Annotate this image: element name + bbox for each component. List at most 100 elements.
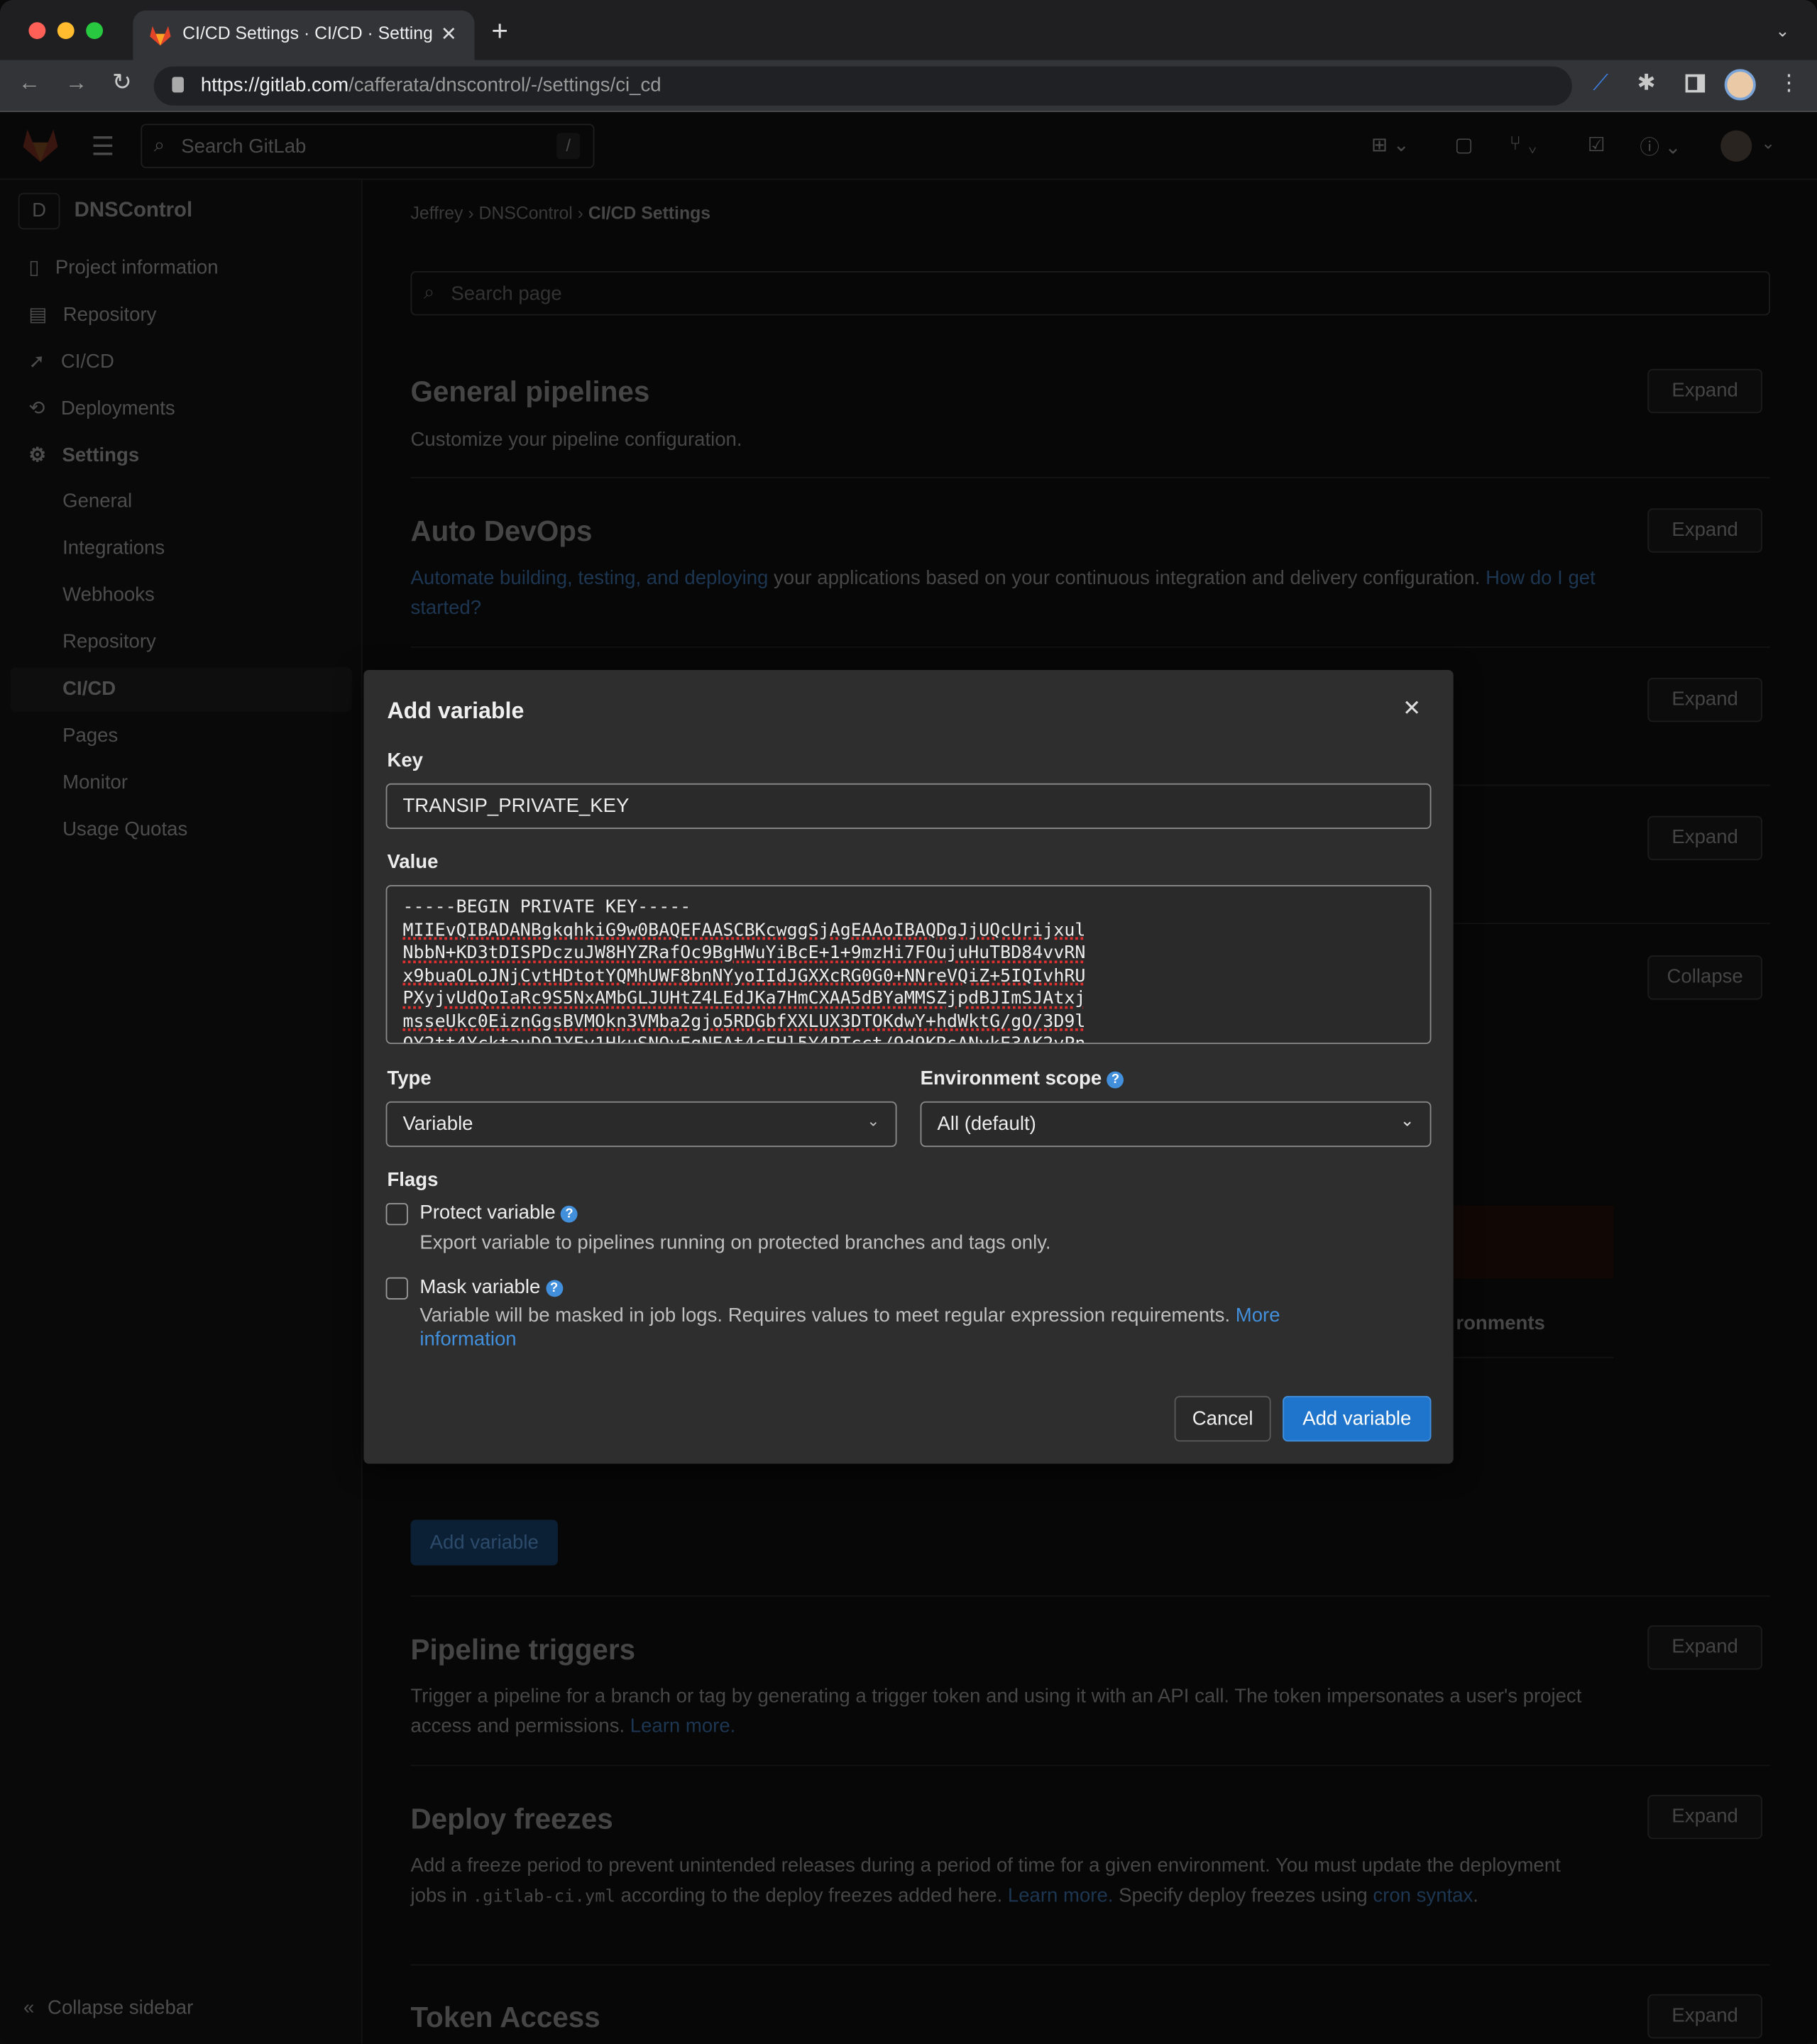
create-new-icon[interactable]: ⊞ ⌄: [1371, 133, 1410, 156]
gitlab-header: ☰ ⌕ Search GitLab / ⊞ ⌄ ▢ ⑂ ⌄ ☑ ⓘ ⌄ ⌄: [0, 111, 1817, 180]
collapse-sidebar-button[interactable]: « Collapse sidebar: [23, 1997, 193, 2019]
divider: [410, 477, 1770, 478]
environment-scope-select[interactable]: All (default) ⌄: [920, 1101, 1432, 1148]
divider: [410, 1764, 1770, 1766]
variables-collapse-button[interactable]: Collapse: [1647, 955, 1762, 1000]
hamburger-menu-icon[interactable]: ☰: [92, 131, 115, 163]
add-variable-background-button[interactable]: Add variable: [410, 1520, 559, 1566]
sidebar-item-project-information[interactable]: ▯ Project information: [28, 256, 218, 279]
sidebar-subitem-cicd[interactable]: CI/CD: [62, 678, 116, 700]
browser-window: CI/CD Settings · CI/CD · Settings ✕ + ⌄ …: [0, 0, 1817, 2044]
issues-icon[interactable]: ▢: [1455, 133, 1473, 156]
extension-icon[interactable]: ⟋: [1593, 72, 1608, 94]
browser-tab[interactable]: CI/CD Settings · CI/CD · Settings ✕: [133, 10, 475, 60]
project-avatar[interactable]: D: [18, 192, 60, 230]
learn-more-link[interactable]: Learn more.: [630, 1715, 736, 1737]
text: Specify deploy freezes using: [1113, 1884, 1373, 1907]
breadcrumb-jeffrey[interactable]: Jeffrey: [410, 203, 463, 223]
sidebar-subitem-pages[interactable]: Pages: [62, 725, 118, 747]
user-avatar[interactable]: [1720, 130, 1752, 162]
cancel-button[interactable]: Cancel: [1174, 1395, 1271, 1442]
close-window-button[interactable]: [28, 22, 46, 40]
mask-variable-checkbox[interactable]: [385, 1277, 408, 1300]
profile-avatar[interactable]: [1724, 69, 1756, 101]
text: according to the deploy freezes added he…: [615, 1884, 1008, 1907]
close-tab-icon[interactable]: ✕: [441, 25, 457, 45]
sidebar-item-repository[interactable]: ▤ Repository: [28, 302, 156, 326]
sidebar-subitem-webhooks[interactable]: Webhooks: [62, 584, 155, 606]
help-icon[interactable]: ?: [561, 1205, 578, 1223]
maximize-window-button[interactable]: [86, 22, 104, 40]
section-expand-button[interactable]: Expand: [1647, 815, 1762, 861]
breadcrumb-dnscontrol[interactable]: DNSControl: [479, 203, 573, 223]
mask-variable-desc: Variable will be masked in job logs. Req…: [419, 1304, 1358, 1351]
sidebar-subitem-monitor[interactable]: Monitor: [62, 771, 128, 793]
value-textarea[interactable]: -----BEGIN PRIVATE KEY----- MIIEvQIBADANB…: [385, 884, 1432, 1045]
env-value: All (default): [937, 1113, 1036, 1136]
merge-requests-icon[interactable]: ⑂ ⌄: [1510, 133, 1539, 155]
key-input[interactable]: TRANSIP_PRIVATE_KEY: [385, 783, 1432, 830]
sidebar-subitem-integrations[interactable]: Integrations: [62, 537, 165, 559]
value-line: msseUkc0EiznGgsBVMOkn3VMba2gjo5RDGbfXXLU…: [402, 1011, 1086, 1032]
learn-more-link[interactable]: Learn more.: [1008, 1885, 1114, 1907]
address-bar[interactable]: https://gitlab.com/cafferata/dnscontrol/…: [153, 66, 1572, 106]
user-menu-chevron-icon[interactable]: ⌄: [1761, 133, 1775, 153]
section-expand-button[interactable]: Expand: [1647, 677, 1762, 722]
gitlab-logo-icon[interactable]: [21, 125, 60, 164]
help-icon[interactable]: ⓘ ⌄: [1640, 133, 1681, 160]
auto-devops-link[interactable]: Automate building, testing, and deployin…: [410, 567, 768, 589]
type-select[interactable]: Variable ⌄: [385, 1101, 897, 1148]
tab-title: CI/CD Settings · CI/CD · Settings: [182, 23, 433, 43]
forward-icon[interactable]: →: [65, 72, 87, 94]
todos-icon[interactable]: ☑: [1588, 133, 1605, 156]
mask-variable-label[interactable]: Mask variable?: [419, 1275, 563, 1299]
close-icon[interactable]: ✕: [1402, 696, 1421, 722]
search-page-input[interactable]: ⌕ Search page: [410, 270, 1770, 316]
add-variable-button[interactable]: Add variable: [1283, 1395, 1432, 1442]
value-line: x9buaOLoJNjCvtHDtotYQMhUWF8bnNYyoIIdJGXX…: [402, 965, 1086, 987]
search-gitlab-input[interactable]: ⌕ Search GitLab /: [141, 123, 595, 168]
search-icon: ⌕: [423, 281, 435, 304]
auto-devops-expand-button[interactable]: Expand: [1647, 508, 1762, 553]
active-item-highlight: [10, 667, 352, 712]
sidebar-subitem-general[interactable]: General: [62, 490, 132, 512]
cron-syntax-link[interactable]: cron syntax: [1373, 1885, 1473, 1907]
minimize-window-button[interactable]: [57, 22, 75, 40]
sidebar-item-label: Project information: [55, 256, 219, 280]
flags-label: Flags: [387, 1169, 439, 1192]
reload-icon[interactable]: ↻: [112, 70, 132, 94]
value-text: -----BEGIN PRIVATE KEY----- MIIEvQIBADANB…: [402, 896, 1414, 1045]
side-panel-icon[interactable]: [1685, 74, 1706, 93]
deploy-freezes-desc: Add a freeze period to prevent unintende…: [410, 1851, 1596, 1912]
sidebar-item-label: CI/CD: [60, 351, 114, 373]
pipeline-triggers-expand-button[interactable]: Expand: [1647, 1625, 1762, 1670]
token-access-expand-button[interactable]: Expand: [1647, 1994, 1762, 2039]
env-label-text: Environment scope: [920, 1067, 1102, 1090]
value-label: Value: [387, 851, 439, 874]
mask-label-text: Mask variable: [419, 1275, 541, 1299]
protect-variable-checkbox[interactable]: [385, 1203, 408, 1226]
sidebar-item-deployments[interactable]: ⟲ Deployments: [28, 396, 175, 419]
sidebar-subitem-usage-quotas[interactable]: Usage Quotas: [62, 818, 187, 840]
sidebar: D DNSControl ▯ Project information ▤ Rep…: [0, 180, 363, 2044]
value-line: -----BEGIN PRIVATE KEY-----: [402, 896, 691, 918]
tab-search-chevron-icon[interactable]: ⌄: [1775, 22, 1789, 39]
back-icon[interactable]: ←: [18, 72, 40, 94]
value-line: OY2tt4YcktauD9JYEv1HkuSNOvEgNEAt4cFHl5Y4…: [402, 1033, 1086, 1045]
general-pipelines-desc: Customize your pipeline configuration.: [410, 429, 742, 451]
sidebar-item-settings[interactable]: ⚙ Settings: [28, 443, 139, 466]
help-icon[interactable]: ?: [1107, 1071, 1124, 1089]
protect-variable-label[interactable]: Protect variable?: [419, 1202, 578, 1224]
sidebar-item-cicd[interactable]: ➚ CI/CD: [28, 349, 114, 373]
project-name[interactable]: DNSControl: [75, 199, 192, 223]
sidebar-subitem-repository[interactable]: Repository: [62, 631, 156, 653]
deploy-freezes-expand-button[interactable]: Expand: [1647, 1794, 1762, 1840]
key-label: Key: [387, 749, 424, 772]
search-icon: ⌕: [153, 134, 165, 157]
general-pipelines-expand-button[interactable]: Expand: [1647, 368, 1762, 414]
new-tab-icon[interactable]: +: [491, 16, 508, 45]
help-icon[interactable]: ?: [545, 1280, 563, 1297]
breadcrumb-current: CI/CD Settings: [588, 203, 711, 224]
extensions-puzzle-icon[interactable]: ✱: [1637, 72, 1656, 94]
menu-kebab-icon[interactable]: ⋮: [1778, 72, 1800, 94]
